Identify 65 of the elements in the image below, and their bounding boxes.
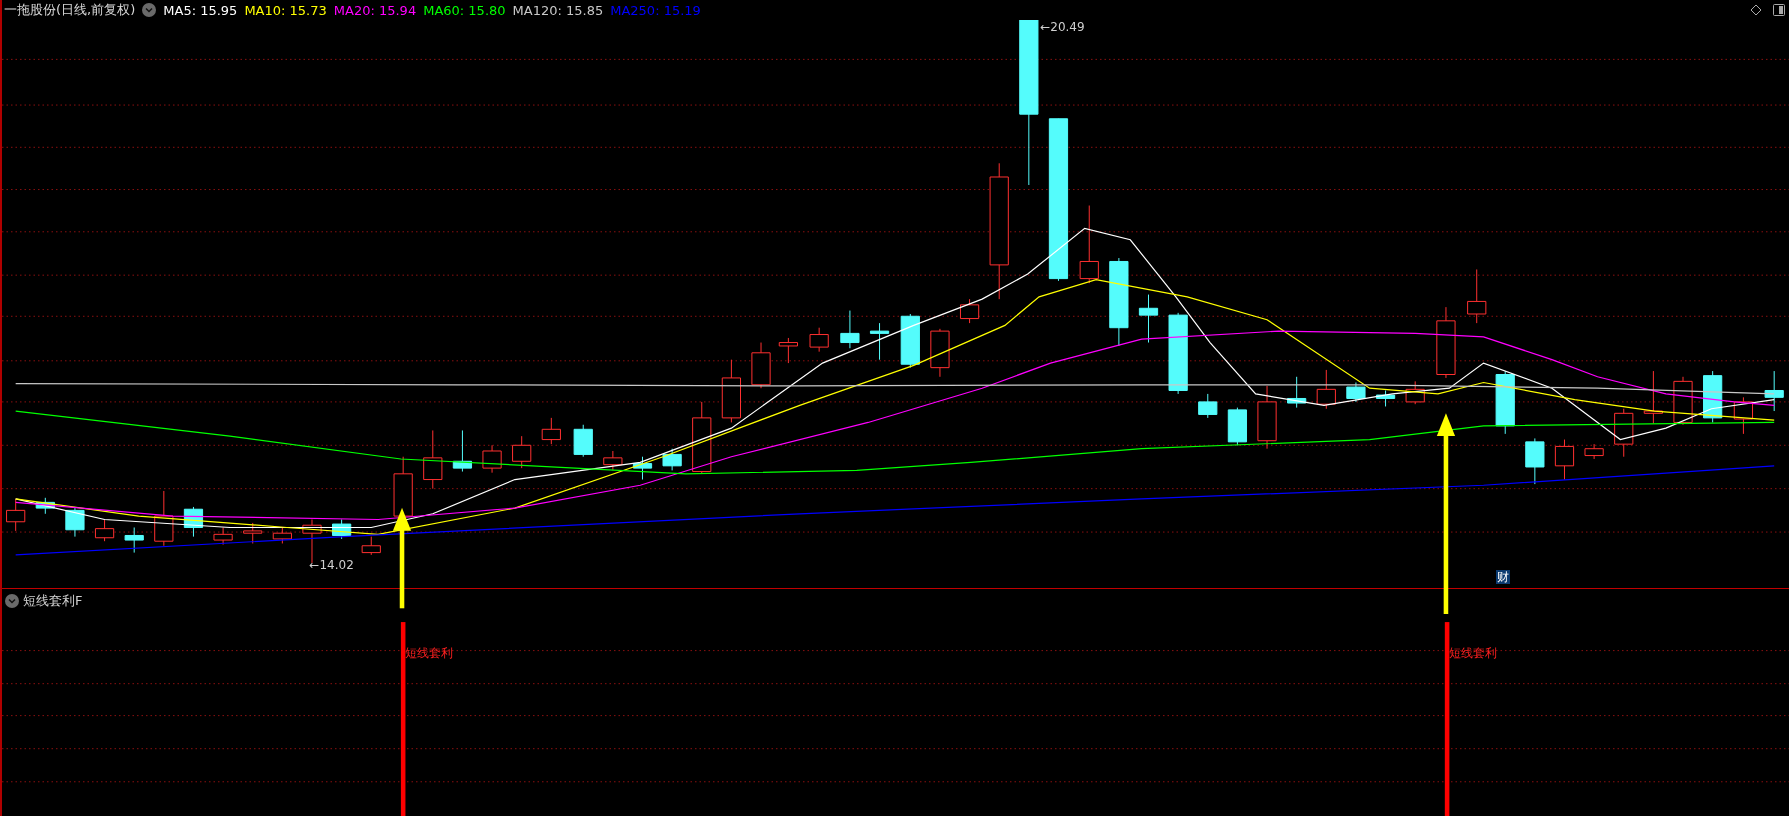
moving-average-label: MA10: 15.73 (244, 2, 327, 18)
candlestick (1554, 439, 1575, 481)
candlestick (632, 456, 653, 481)
candlestick (1287, 376, 1307, 409)
candlestick (1495, 370, 1515, 435)
candlestick (900, 313, 920, 369)
moving-average-label: MA120: 15.85 (512, 2, 604, 18)
candlestick (1467, 268, 1487, 324)
candlestick (1198, 393, 1218, 419)
candlestick (332, 519, 352, 540)
candlestick (1643, 370, 1663, 425)
candlestick (869, 322, 890, 361)
candlestick (124, 527, 144, 554)
diamond-icon[interactable] (1750, 4, 1762, 16)
candlestick (272, 527, 292, 544)
candlestick (482, 444, 502, 474)
chevron-down-icon[interactable] (142, 3, 157, 17)
candlestick (1346, 382, 1366, 403)
chart-title: 一拖股份(日线,前复权) (4, 1, 136, 19)
candlestick (1733, 396, 1754, 435)
candlestick (6, 498, 26, 532)
candlestick (1316, 369, 1336, 410)
candlestick (1584, 443, 1604, 460)
high-price-label: ←20.49 (1040, 20, 1085, 34)
indicator-title: 短线套利F (23, 592, 83, 610)
candlestick (1764, 370, 1784, 412)
candlestick (1227, 407, 1247, 446)
chevron-down-icon[interactable] (5, 594, 19, 608)
candlestick (1138, 294, 1159, 344)
candlestick (361, 536, 381, 556)
candlestick (840, 310, 860, 349)
moving-average-label: MA5: 15.95 (163, 2, 238, 18)
candlestick (1614, 408, 1634, 458)
candlestick (154, 490, 174, 547)
candlestick (423, 429, 443, 490)
candlestick (1525, 437, 1545, 485)
moving-average-label: MA60: 15.80 (423, 2, 506, 18)
candlestick (65, 507, 85, 538)
candlestick (94, 519, 115, 542)
candlestick (751, 342, 771, 389)
candlestick (809, 327, 829, 353)
candlestick (778, 337, 798, 364)
candlestick (541, 417, 561, 445)
candlestick (1375, 390, 1396, 407)
signal-label: 短线套利 (405, 644, 454, 662)
candlestick (183, 506, 204, 538)
moving-average-label: MA20: 15.94 (333, 2, 417, 18)
financial-marker[interactable]: 财 (1495, 569, 1510, 584)
candlestick (35, 497, 55, 515)
low-price-label: ←14.02 (309, 558, 354, 573)
candlestick (603, 450, 623, 471)
candlestick (243, 522, 263, 544)
candlestick (1405, 380, 1425, 405)
candlestick (213, 527, 233, 546)
candlestick (959, 298, 980, 324)
candlestick (721, 359, 741, 423)
candlestick (573, 424, 593, 458)
panel-toggle-icon[interactable] (1773, 4, 1785, 16)
signal-label: 短线套利 (1449, 644, 1498, 662)
moving-average-label: MA250: 15.19 (610, 2, 701, 18)
candlestick (662, 448, 682, 471)
candlestick (512, 435, 532, 469)
candlestick (1257, 385, 1277, 450)
candlestick (452, 429, 473, 473)
candlestick (930, 328, 950, 378)
